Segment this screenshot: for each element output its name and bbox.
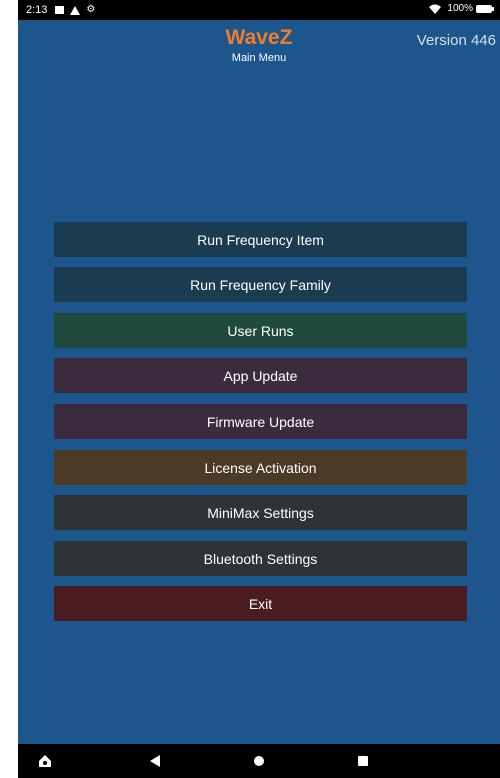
run-frequency-family-button[interactable]: Run Frequency Family [54, 267, 467, 302]
firmware-update-button[interactable]: Firmware Update [54, 404, 467, 439]
settings-icon: ⚙ [86, 4, 96, 15]
back-icon[interactable] [150, 755, 160, 767]
app-screen: 2:13 ⚙ 100% WaveZ Main Menu Version 446 … [18, 0, 500, 778]
user-runs-button[interactable]: User Runs [54, 313, 467, 348]
assistant-icon[interactable] [38, 754, 52, 768]
home-icon[interactable] [254, 756, 264, 766]
run-frequency-item-button[interactable]: Run Frequency Item [54, 222, 467, 257]
license-activation-button[interactable]: License Activation [54, 450, 467, 485]
minimax-settings-button[interactable]: MiniMax Settings [54, 495, 467, 530]
version-label: Version 446 [416, 32, 496, 49]
bluetooth-settings-button[interactable]: Bluetooth Settings [54, 541, 467, 576]
recents-icon[interactable] [358, 756, 368, 766]
message-icon [55, 6, 65, 14]
navigation-bar [18, 744, 500, 778]
app-update-button[interactable]: App Update [54, 358, 467, 393]
status-right: 100% [429, 3, 494, 14]
exit-button[interactable]: Exit [54, 586, 467, 621]
status-time: 2:13 [26, 4, 48, 16]
battery-icon [476, 4, 494, 13]
status-bar: 2:13 ⚙ 100% [18, 0, 500, 20]
status-left: 2:13 ⚙ [26, 4, 95, 16]
page-subtitle: Main Menu [231, 52, 287, 64]
battery-percent: 100% [447, 3, 473, 14]
warning-icon [70, 5, 81, 15]
wifi-icon [429, 4, 442, 14]
